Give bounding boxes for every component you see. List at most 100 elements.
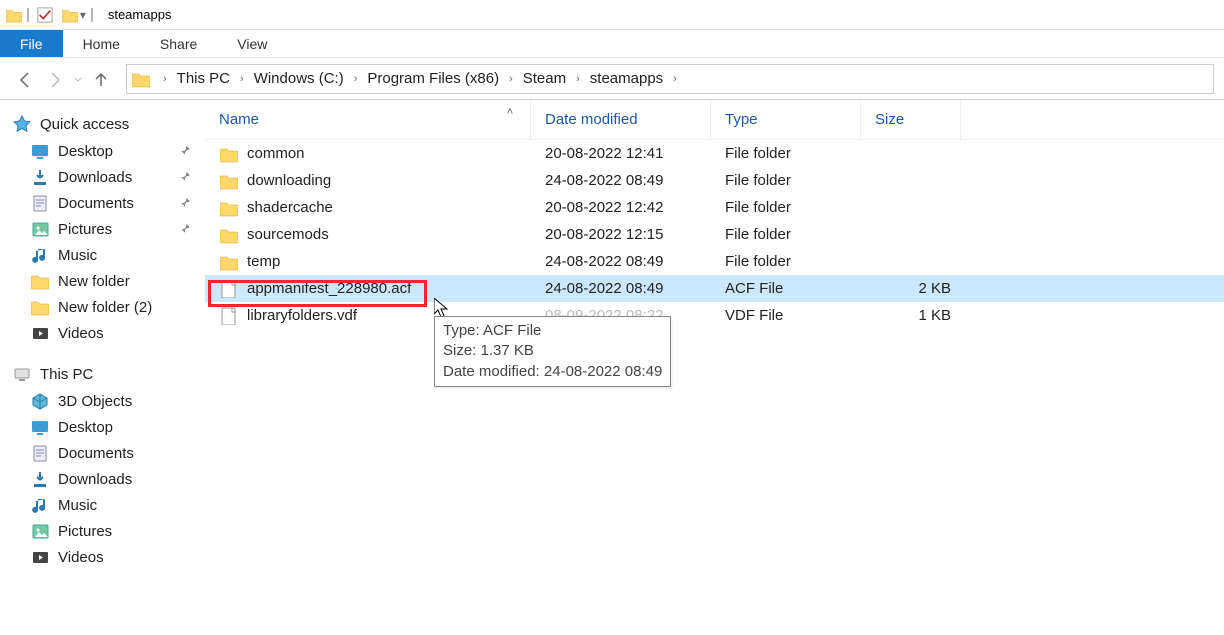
desktop-icon bbox=[30, 417, 50, 437]
file-row[interactable]: shadercache 20-08-2022 12:42 File folder bbox=[205, 194, 1224, 221]
document-icon bbox=[30, 443, 50, 463]
window-title: steamapps bbox=[108, 7, 172, 22]
sidebar-item[interactable]: Downloads bbox=[8, 164, 205, 190]
file-row[interactable]: libraryfolders.vdf 08-09-2022 08:22 VDF … bbox=[205, 302, 1224, 329]
sidebar-item-label: Documents bbox=[58, 445, 134, 462]
breadcrumb[interactable]: This PC bbox=[171, 65, 236, 93]
file-name: temp bbox=[247, 253, 280, 270]
pin-icon bbox=[177, 195, 194, 212]
sort-indicator-icon: ˄ bbox=[490, 106, 530, 118]
file-type: File folder bbox=[711, 253, 861, 270]
column-size[interactable]: Size bbox=[861, 100, 961, 139]
sidebar-item-label: Downloads bbox=[58, 169, 132, 186]
file-row[interactable]: downloading 24-08-2022 08:49 File folder bbox=[205, 167, 1224, 194]
file-tooltip: Type: ACF File Size: 1.37 KB Date modifi… bbox=[434, 316, 671, 387]
file-type: ACF File bbox=[711, 280, 861, 297]
pin-icon bbox=[177, 169, 194, 186]
breadcrumb[interactable]: steamapps bbox=[584, 65, 669, 93]
videos-icon bbox=[30, 323, 50, 343]
title-bar: | ▾ | steamapps bbox=[0, 0, 1224, 30]
pin-icon bbox=[177, 221, 194, 238]
chevron-right-icon[interactable]: › bbox=[505, 73, 517, 85]
sidebar-item-label: Desktop bbox=[58, 143, 113, 160]
tab-view[interactable]: View bbox=[217, 30, 287, 57]
chevron-right-icon[interactable]: › bbox=[669, 73, 681, 85]
pictures-icon bbox=[30, 521, 50, 541]
recent-dropdown[interactable] bbox=[70, 64, 86, 94]
column-name[interactable]: Name˄ bbox=[205, 100, 531, 139]
document-icon bbox=[30, 193, 50, 213]
file-size: 2 KB bbox=[861, 280, 961, 297]
breadcrumb[interactable]: Steam bbox=[517, 65, 572, 93]
folder-icon bbox=[219, 198, 239, 218]
folder-icon bbox=[219, 171, 239, 191]
folder-icon bbox=[219, 252, 239, 272]
sidebar-item[interactable]: Pictures bbox=[8, 216, 205, 242]
sidebar-item-label: Music bbox=[58, 497, 97, 514]
navigation-tree: Quick access Desktop Downloads Documents Pi… bbox=[0, 100, 205, 635]
sidebar-item[interactable]: 3D Objects bbox=[8, 388, 205, 414]
column-date[interactable]: Date modified bbox=[531, 100, 711, 139]
chevron-right-icon[interactable]: › bbox=[572, 73, 584, 85]
sidebar-item[interactable]: Videos bbox=[8, 320, 205, 346]
app-folder-icon bbox=[6, 7, 22, 23]
breadcrumb[interactable]: Program Files (x86) bbox=[361, 65, 505, 93]
file-name: downloading bbox=[247, 172, 331, 189]
file-name: common bbox=[247, 145, 305, 162]
sidebar-item-label: New folder bbox=[58, 273, 130, 290]
music-icon bbox=[30, 495, 50, 515]
tab-file[interactable]: File bbox=[0, 30, 63, 57]
forward-button[interactable] bbox=[40, 64, 70, 94]
sidebar-item[interactable]: New folder (2) bbox=[8, 294, 205, 320]
sidebar-item-label: Pictures bbox=[58, 523, 112, 540]
quick-access-group[interactable]: Quick access bbox=[8, 110, 205, 138]
qat-overflow-icon[interactable]: ▾ bbox=[80, 8, 86, 22]
pc-icon bbox=[12, 364, 32, 384]
back-button[interactable] bbox=[10, 64, 40, 94]
sidebar-item-label: Videos bbox=[58, 325, 104, 342]
qat-checkbox-icon[interactable] bbox=[36, 6, 54, 24]
file-icon bbox=[219, 279, 239, 299]
tooltip-date: Date modified: 24-08-2022 08:49 bbox=[443, 362, 662, 382]
sidebar-item[interactable]: Desktop bbox=[8, 138, 205, 164]
file-row[interactable]: sourcemods 20-08-2022 12:15 File folder bbox=[205, 221, 1224, 248]
file-row[interactable]: temp 24-08-2022 08:49 File folder bbox=[205, 248, 1224, 275]
sidebar-item[interactable]: Music bbox=[8, 242, 205, 268]
tooltip-type: Type: ACF File bbox=[443, 321, 662, 341]
download-icon bbox=[30, 469, 50, 489]
sidebar-item[interactable]: Videos bbox=[8, 544, 205, 570]
file-type: File folder bbox=[711, 226, 861, 243]
file-row[interactable]: common 20-08-2022 12:41 File folder bbox=[205, 140, 1224, 167]
sidebar-item-label: Desktop bbox=[58, 419, 113, 436]
sidebar-item[interactable]: Desktop bbox=[8, 414, 205, 440]
sidebar-item[interactable]: New folder bbox=[8, 268, 205, 294]
folder-icon bbox=[30, 297, 50, 317]
folder-icon bbox=[219, 225, 239, 245]
file-row[interactable]: appmanifest_228980.acf 24-08-2022 08:49 … bbox=[205, 275, 1224, 302]
column-type[interactable]: Type bbox=[711, 100, 861, 139]
chevron-right-icon[interactable]: › bbox=[159, 73, 171, 85]
folder-icon bbox=[219, 144, 239, 164]
sidebar-item[interactable]: Music bbox=[8, 492, 205, 518]
address-bar[interactable]: › This PC› Windows (C:)› Program Files (… bbox=[126, 64, 1214, 94]
chevron-right-icon[interactable]: › bbox=[236, 73, 248, 85]
qat-folder-icon[interactable] bbox=[62, 7, 78, 23]
tab-share[interactable]: Share bbox=[140, 30, 217, 57]
file-name: appmanifest_228980.acf bbox=[247, 280, 411, 297]
chevron-right-icon[interactable]: › bbox=[350, 73, 362, 85]
tab-home[interactable]: Home bbox=[63, 30, 140, 57]
sidebar-item[interactable]: Pictures bbox=[8, 518, 205, 544]
file-type: File folder bbox=[711, 145, 861, 162]
sidebar-item[interactable]: Documents bbox=[8, 190, 205, 216]
sidebar-item-label: Music bbox=[58, 247, 97, 264]
3d-icon bbox=[30, 391, 50, 411]
navigation-bar: › This PC› Windows (C:)› Program Files (… bbox=[0, 58, 1224, 100]
up-button[interactable] bbox=[86, 64, 116, 94]
file-type: VDF File bbox=[711, 307, 861, 324]
sidebar-item[interactable]: Downloads bbox=[8, 466, 205, 492]
ribbon-tabs: File Home Share View bbox=[0, 30, 1224, 58]
this-pc-group[interactable]: This PC bbox=[8, 360, 205, 388]
breadcrumb[interactable]: Windows (C:) bbox=[248, 65, 350, 93]
sidebar-item[interactable]: Documents bbox=[8, 440, 205, 466]
sidebar-item-label: Pictures bbox=[58, 221, 112, 238]
